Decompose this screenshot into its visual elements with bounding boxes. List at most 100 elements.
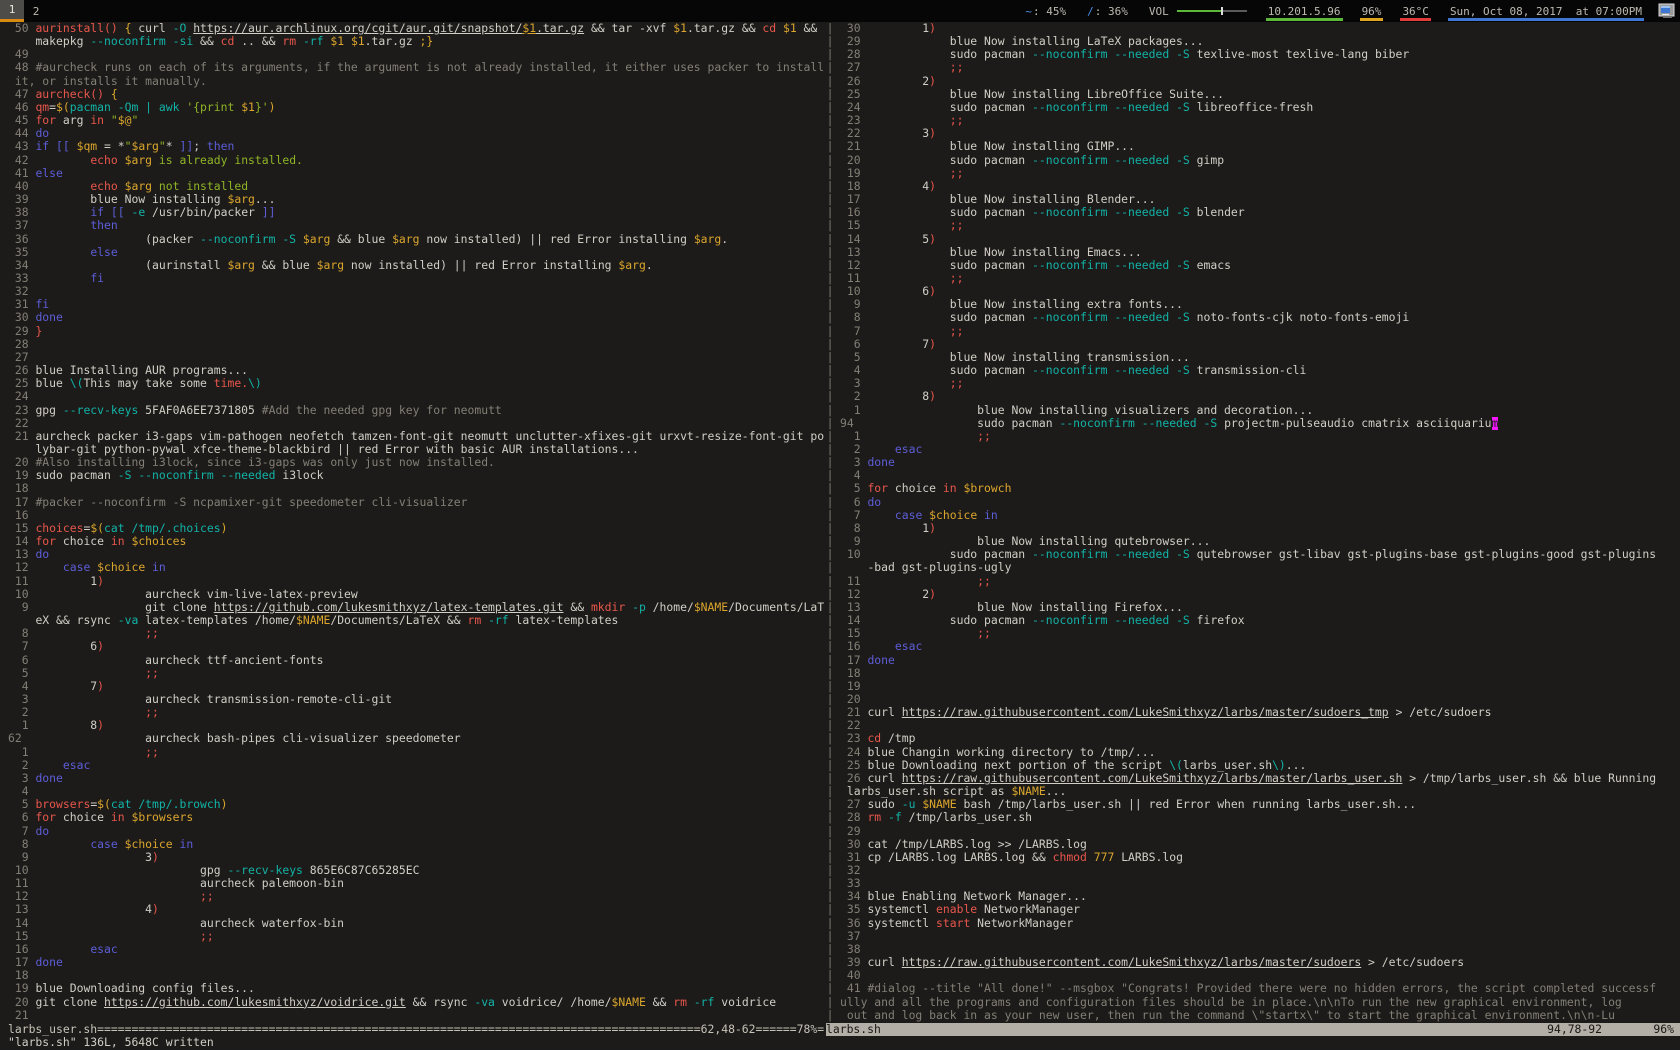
code-row[interactable]: 20 git clone https://github.com/lukesmit… — [8, 996, 826, 1009]
code-row[interactable]: 22 — [840, 719, 1680, 732]
code-row[interactable]: 20 — [840, 693, 1680, 706]
code-row[interactable]: 2 esac — [8, 759, 826, 772]
code-row[interactable]: 33 fi — [8, 272, 826, 285]
code-row[interactable]: it, or installs it manually. — [8, 75, 826, 88]
code-row[interactable]: 34 blue Enabling Network Manager... — [840, 890, 1680, 903]
code-row[interactable]: 9 blue Now installing qutebrowser... — [840, 535, 1680, 548]
workspace-1[interactable]: 1 — [0, 0, 24, 22]
code-row[interactable]: 17 done — [8, 956, 826, 969]
code-row[interactable]: 7 case $choice in — [840, 509, 1680, 522]
code-row[interactable]: 16 — [8, 509, 826, 522]
code-row[interactable]: 41 else — [8, 167, 826, 180]
code-row[interactable]: 22 — [8, 417, 826, 430]
code-row[interactable]: 5 ;; — [8, 667, 826, 680]
code-row[interactable]: 4 7) — [8, 680, 826, 693]
code-row[interactable]: 41 #dialog --title "All done!" --msgbox … — [840, 982, 1680, 995]
volume-slider-handle[interactable] — [1221, 7, 1223, 15]
code-row[interactable]: 6 do — [840, 496, 1680, 509]
code-row[interactable]: 4 — [8, 785, 826, 798]
code-row[interactable]: 20 #Also installing i3lock, since i3-gap… — [8, 456, 826, 469]
code-row[interactable]: 37 — [840, 930, 1680, 943]
code-row[interactable]: 26 curl https://raw.githubusercontent.co… — [840, 772, 1680, 785]
code-row[interactable]: 6 aurcheck ttf-ancient-fonts — [8, 654, 826, 667]
code-row[interactable]: 35 systemctl enable NetworkManager — [840, 903, 1680, 916]
code-row[interactable]: 50 aurinstall() { curl -O https://aur.ar… — [8, 22, 826, 35]
code-row[interactable]: 36 (packer --noconfirm -S $arg && blue $… — [8, 233, 826, 246]
code-row[interactable]: 18 — [8, 969, 826, 982]
code-row[interactable]: -bad gst-plugins-ugly — [840, 561, 1680, 574]
code-row[interactable]: 32 — [840, 864, 1680, 877]
code-row[interactable]: 15 ;; — [8, 930, 826, 943]
code-row[interactable]: 27 ;; — [840, 61, 1680, 74]
code-row[interactable]: 24 blue Changin working directory to /tm… — [840, 746, 1680, 759]
systray-computer-icon[interactable] — [1658, 3, 1675, 19]
code-row[interactable]: 13 blue Now installing Firefox... — [840, 601, 1680, 614]
code-row[interactable]: 21 curl https://raw.githubusercontent.co… — [840, 706, 1680, 719]
code-row[interactable]: 10 6) — [840, 285, 1680, 298]
code-row[interactable]: 16 esac — [840, 640, 1680, 653]
code-row[interactable]: 9 git clone https://github.com/lukesmith… — [8, 601, 826, 614]
code-row[interactable]: 19 ;; — [840, 167, 1680, 180]
code-row[interactable]: 24 sudo pacman --noconfirm --needed -S l… — [840, 101, 1680, 114]
code-row[interactable]: 21 blue Now installing GIMP... — [840, 140, 1680, 153]
code-row[interactable]: 31 cp /LARBS.log LARBS.log && chmod 777 … — [840, 851, 1680, 864]
code-row[interactable]: 38 — [840, 943, 1680, 956]
code-row[interactable]: lybar-git python-pywal xfce-theme-blackb… — [8, 443, 826, 456]
code-row[interactable]: 6 7) — [840, 338, 1680, 351]
code-row[interactable]: 13 4) — [8, 903, 826, 916]
code-row[interactable]: 36 systemctl start NetworkManager — [840, 917, 1680, 930]
code-row[interactable]: 17 #packer --noconfirm -S ncpamixer-git … — [8, 496, 826, 509]
code-row[interactable]: 2 esac — [840, 443, 1680, 456]
code-row[interactable]: 39 curl https://raw.githubusercontent.co… — [840, 956, 1680, 969]
code-row[interactable]: 12 2) — [840, 588, 1680, 601]
code-row[interactable]: 30 1) — [840, 22, 1680, 35]
code-row[interactable]: 30 cat /tmp/LARBS.log >> /LARBS.log — [840, 838, 1680, 851]
code-row[interactable]: 12 sudo pacman --noconfirm --needed -S e… — [840, 259, 1680, 272]
code-row[interactable]: 40 — [840, 969, 1680, 982]
code-row[interactable]: 9 3) — [8, 851, 826, 864]
code-row[interactable]: 3 done — [8, 772, 826, 785]
code-row[interactable]: 3 done — [840, 456, 1680, 469]
code-row[interactable]: ully and all the programs and configurat… — [840, 996, 1680, 1009]
code-row[interactable]: 5 for choice in $browch — [840, 482, 1680, 495]
code-row[interactable]: 43 if [[ $qm = *"$arg"* ]]; then — [8, 140, 826, 153]
code-row[interactable]: 44 do — [8, 127, 826, 140]
code-row[interactable]: 29 } — [8, 325, 826, 338]
vim-right-pane-larbs-sh[interactable]: 30 1) 29 blue Now installing LaTeX packa… — [834, 22, 1680, 1023]
code-row[interactable]: 16 esac — [8, 943, 826, 956]
code-row[interactable]: 25 blue Now installing LibreOffice Suite… — [840, 88, 1680, 101]
code-row[interactable]: 33 — [840, 877, 1680, 890]
code-row[interactable]: 24 — [8, 390, 826, 403]
code-row[interactable]: 23 ;; — [840, 114, 1680, 127]
code-row[interactable]: 14 for choice in $choices — [8, 535, 826, 548]
code-row[interactable]: 28 rm -f /tmp/larbs_user.sh — [840, 811, 1680, 824]
code-row[interactable]: 9 blue Now installing extra fonts... — [840, 298, 1680, 311]
code-row[interactable]: 8 sudo pacman --noconfirm --needed -S no… — [840, 311, 1680, 324]
code-row[interactable]: 29 blue Now installing LaTeX packages... — [840, 35, 1680, 48]
code-row[interactable]: 39 blue Now installing $arg... — [8, 193, 826, 206]
code-row[interactable]: 27 sudo -u $NAME bash /tmp/larbs_user.sh… — [840, 798, 1680, 811]
code-row[interactable]: 29 — [840, 825, 1680, 838]
code-row[interactable]: 11 1) — [8, 575, 826, 588]
code-row[interactable]: 27 — [8, 351, 826, 364]
code-row[interactable]: makepkg --noconfirm -si && cd .. && rm -… — [8, 35, 826, 48]
code-row[interactable]: 13 do — [8, 548, 826, 561]
code-row[interactable]: 8 ;; — [8, 627, 826, 640]
pane-separator[interactable]: ||||||||||||||||||||||||||||||||||||||||… — [826, 22, 834, 1023]
code-row[interactable]: 47 aurcheck() { — [8, 88, 826, 101]
code-row[interactable]: 48 #aurcheck runs on each of its argumen… — [8, 61, 826, 74]
code-row[interactable]: 10 sudo pacman --noconfirm --needed -S q… — [840, 548, 1680, 561]
code-row[interactable]: 10 aurcheck vim-live-latex-preview — [8, 588, 826, 601]
code-row[interactable]: 40 echo $arg not installed — [8, 180, 826, 193]
code-row[interactable]: 42 echo $arg is already installed. — [8, 154, 826, 167]
code-row[interactable]: 16 sudo pacman --noconfirm --needed -S b… — [840, 206, 1680, 219]
vim-left-pane-larbs-user-sh[interactable]: 50 aurinstall() { curl -O https://aur.ar… — [0, 22, 826, 1023]
code-row[interactable]: 12 ;; — [8, 890, 826, 903]
workspace-2[interactable]: 2 — [24, 0, 48, 22]
code-row[interactable]: 15 ;; — [840, 219, 1680, 232]
code-row[interactable]: 21 aurcheck packer i3-gaps vim-pathogen … — [8, 430, 826, 443]
code-row[interactable]: 7 6) — [8, 640, 826, 653]
code-row[interactable]: 46 qm=$(pacman -Qm | awk '{print $1}') — [8, 101, 826, 114]
code-row[interactable]: 26 blue Installing AUR programs... — [8, 364, 826, 377]
code-row[interactable]: 11 ;; — [840, 575, 1680, 588]
